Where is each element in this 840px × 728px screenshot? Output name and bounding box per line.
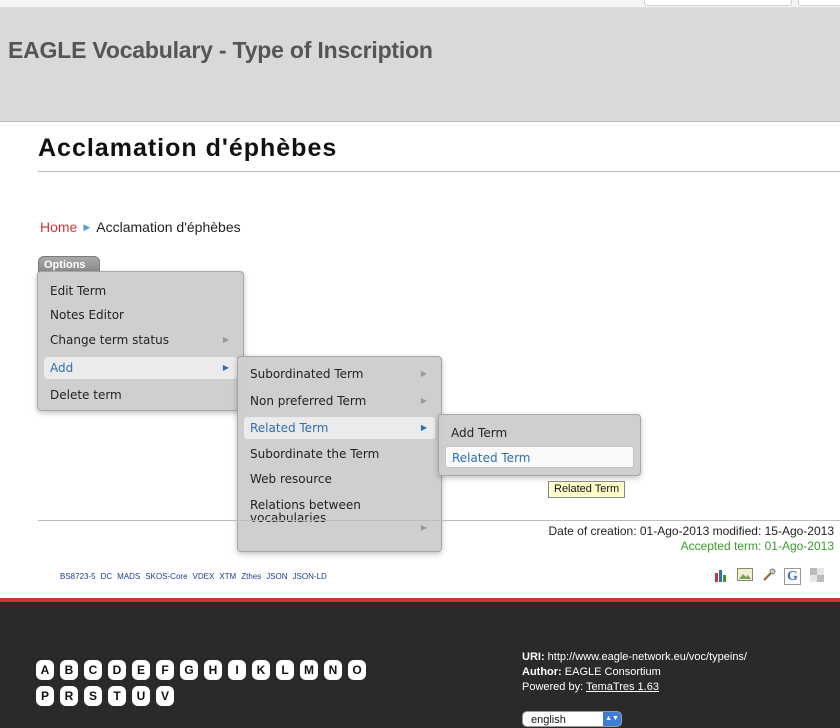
letter-link[interactable]: F bbox=[156, 660, 174, 680]
chevron-right-icon: ▶ bbox=[420, 523, 427, 532]
letter-link[interactable]: B bbox=[60, 660, 78, 680]
letter-link[interactable]: L bbox=[276, 660, 294, 680]
alphabet-row-2: P R S T U V bbox=[36, 686, 174, 706]
letter-link[interactable]: T bbox=[108, 686, 126, 706]
related-term-submenu: Add Term Related Term bbox=[438, 414, 641, 476]
menu-item-change-term-status[interactable]: Change term status ▶ bbox=[44, 329, 237, 351]
tooltip: Related Term bbox=[548, 481, 626, 498]
date-accepted: Accepted term: 01-Ago-2013 bbox=[680, 539, 834, 553]
site-title[interactable]: EAGLE Vocabulary - Type of Inscription bbox=[8, 37, 433, 64]
letter-link[interactable]: U bbox=[132, 686, 150, 706]
letter-link[interactable]: O bbox=[348, 660, 366, 680]
breadcrumb-separator-icon: ▶ bbox=[83, 221, 91, 232]
chevron-right-icon: ▶ bbox=[222, 335, 229, 344]
letter-link[interactable]: D bbox=[108, 660, 126, 680]
term-dates: Date of creation: 01-Ago-2013 modified: … bbox=[548, 524, 834, 554]
menu-item-add-term[interactable]: Add Term bbox=[445, 422, 634, 444]
letter-link[interactable]: C bbox=[84, 660, 102, 680]
format-link[interactable]: JSON bbox=[266, 572, 287, 581]
top-input-box[interactable] bbox=[644, 0, 792, 6]
select-arrows-icon: ▲▼ bbox=[603, 712, 621, 726]
menu-item-web-resource[interactable]: Web resource bbox=[244, 468, 435, 490]
share-icons: G bbox=[712, 568, 825, 585]
letter-link[interactable]: R bbox=[60, 686, 78, 706]
delicious-icon[interactable] bbox=[808, 568, 825, 585]
format-link[interactable]: JSON-LD bbox=[293, 572, 327, 581]
options-button[interactable]: Options bbox=[38, 256, 100, 272]
menu-item-relations-between-vocabularies[interactable]: Relations between vocabularies ▶ bbox=[244, 495, 435, 535]
browser-top-strip bbox=[0, 0, 840, 8]
menu-item-related-term-hovered[interactable]: Related Term bbox=[445, 446, 634, 468]
format-link[interactable]: SKOS-Core bbox=[145, 572, 187, 581]
letter-link[interactable]: G bbox=[180, 660, 198, 680]
top-input-box-2[interactable] bbox=[798, 0, 840, 6]
alphabet-row-1: A B C D E F G H I K L M N O bbox=[36, 660, 366, 680]
chevron-right-icon: ▶ bbox=[222, 363, 229, 372]
site-header: EAGLE Vocabulary - Type of Inscription bbox=[0, 8, 840, 122]
menu-item-related-term[interactable]: Related Term ▶ bbox=[244, 417, 435, 439]
letter-link[interactable]: V bbox=[156, 686, 174, 706]
format-link[interactable]: VDEX bbox=[193, 572, 215, 581]
menu-item-edit-term[interactable]: Edit Term bbox=[44, 280, 237, 302]
letter-link[interactable]: I bbox=[228, 660, 246, 680]
letter-link[interactable]: M bbox=[300, 660, 318, 680]
menu-item-add[interactable]: Add ▶ bbox=[44, 357, 237, 379]
options-menu: Edit Term Notes Editor Change term statu… bbox=[37, 271, 244, 411]
menu-item-subordinate-the-term[interactable]: Subordinate the Term bbox=[244, 443, 435, 465]
uri-value[interactable]: http://www.eagle-network.eu/voc/typeins/ bbox=[548, 651, 747, 663]
breadcrumb-current: Acclamation d'éphèbes bbox=[96, 219, 241, 235]
menu-item-subordinated-term[interactable]: Subordinated Term ▶ bbox=[244, 363, 435, 385]
letter-link[interactable]: E bbox=[132, 660, 150, 680]
menu-item-delete-term[interactable]: Delete term bbox=[44, 384, 237, 406]
footer-powered: Powered by: TemaTres 1.63 bbox=[522, 681, 659, 693]
footer-uri: URI: http://www.eagle-network.eu/voc/typ… bbox=[522, 651, 747, 663]
date-created: Date of creation: 01-Ago-2013 modified: … bbox=[548, 524, 834, 538]
chart-icon[interactable] bbox=[712, 568, 729, 585]
content-divider bbox=[38, 520, 840, 521]
breadcrumb: Home ▶ Acclamation d'éphèbes bbox=[40, 219, 241, 235]
tematres-link[interactable]: TemaTres 1.63 bbox=[586, 681, 659, 693]
letter-link[interactable]: K bbox=[252, 660, 270, 680]
chevron-right-icon: ▶ bbox=[420, 369, 427, 378]
menu-item-notes-editor[interactable]: Notes Editor bbox=[44, 304, 237, 326]
format-link[interactable]: Zthes bbox=[241, 572, 261, 581]
page-title: Acclamation d'éphèbes bbox=[38, 134, 338, 162]
title-divider bbox=[38, 171, 840, 172]
letter-link[interactable]: A bbox=[36, 660, 54, 680]
format-link[interactable]: BS8723-5 bbox=[60, 572, 96, 581]
format-link[interactable]: MADS bbox=[117, 572, 140, 581]
export-formats: BS8723-5 DC MADS SKOS-Core VDEX XTM Zthe… bbox=[60, 572, 327, 581]
letter-link[interactable]: S bbox=[84, 686, 102, 706]
format-link[interactable]: DC bbox=[101, 572, 113, 581]
add-submenu: Subordinated Term ▶ Non preferred Term ▶ R… bbox=[237, 356, 442, 552]
footer-author: Author: EAGLE Consortium bbox=[522, 666, 661, 678]
letter-link[interactable]: N bbox=[324, 660, 342, 680]
breadcrumb-home-link[interactable]: Home bbox=[40, 219, 77, 235]
chevron-right-icon: ▶ bbox=[420, 423, 427, 432]
footer-info: URI: http://www.eagle-network.eu/voc/typ… bbox=[522, 650, 747, 695]
tools-icon[interactable] bbox=[760, 568, 777, 585]
menu-item-non-preferred-term[interactable]: Non preferred Term ▶ bbox=[244, 390, 435, 412]
image-icon[interactable] bbox=[736, 568, 753, 585]
letter-link[interactable]: P bbox=[36, 686, 54, 706]
chevron-right-icon: ▶ bbox=[420, 396, 427, 405]
letter-link[interactable]: H bbox=[204, 660, 222, 680]
language-select[interactable]: english ▲▼ bbox=[522, 711, 622, 727]
format-link[interactable]: XTM bbox=[219, 572, 236, 581]
google-icon[interactable]: G bbox=[784, 568, 801, 585]
